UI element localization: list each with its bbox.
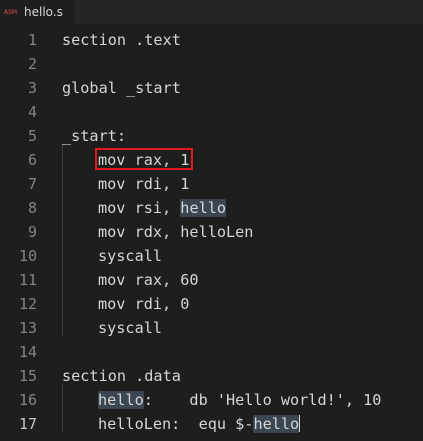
- line-code: syscall: [98, 319, 163, 337]
- code-text: helloLen: equ $-: [98, 415, 254, 433]
- line-number: 7: [27, 175, 37, 193]
- code-line: 10 syscall: [0, 244, 423, 268]
- code-line: 16 hello: db 'Hello world!', 10: [0, 388, 423, 412]
- line-number: 12: [18, 295, 37, 313]
- code-editor[interactable]: 1 section .text 2 3 global _start 4 5 _s…: [0, 24, 423, 441]
- word-highlight: hello: [180, 199, 227, 217]
- tab-label: hello.s: [24, 5, 63, 19]
- line-code: syscall: [98, 247, 163, 265]
- annotation-box: [95, 148, 193, 170]
- asm-file-icon: ASM: [4, 8, 18, 16]
- line-number: 4: [27, 103, 37, 121]
- code-line: 8 mov rsi, hello: [0, 196, 423, 220]
- line-number: 2: [27, 55, 37, 73]
- line-code: mov rax, 60: [98, 271, 199, 289]
- line-code: mov rdx, helloLen: [98, 223, 254, 241]
- word-highlight: hello: [98, 391, 144, 409]
- code-line-current: 17 helloLen: equ $-hello: [0, 412, 423, 436]
- code-line: 2: [0, 52, 423, 76]
- code-line: 7 mov rdi, 1: [0, 172, 423, 196]
- line-code: global _start: [62, 79, 181, 97]
- line-number: 10: [18, 247, 37, 265]
- word-highlight: hello: [253, 415, 300, 433]
- line-code: mov rsi, hello: [98, 196, 227, 220]
- line-code: section .data: [62, 367, 181, 385]
- line-number: 3: [27, 79, 37, 97]
- code-line: 6 mov rax, 1: [0, 148, 423, 172]
- line-code: hello: db 'Hello world!', 10: [98, 388, 381, 412]
- code-line: 3 global _start: [0, 76, 423, 100]
- line-number: 1: [27, 31, 37, 49]
- line-number: 16: [18, 391, 37, 409]
- code-text: mov rsi,: [98, 199, 181, 217]
- line-number: 9: [27, 223, 37, 241]
- line-number: 8: [27, 199, 37, 217]
- line-number: 5: [27, 127, 37, 145]
- line-code: section .text: [62, 31, 181, 49]
- code-line: 4: [0, 100, 423, 124]
- text-cursor: [299, 415, 301, 432]
- tab-hello-s[interactable]: ASM hello.s: [0, 0, 74, 24]
- line-number: 15: [18, 367, 37, 385]
- tab-bar: ASM hello.s: [0, 0, 423, 25]
- line-code: mov rdi, 1: [98, 175, 190, 193]
- line-code: helloLen: equ $-hello: [98, 412, 301, 436]
- line-number: 11: [18, 271, 37, 289]
- code-line: 14: [0, 340, 423, 364]
- line-number: 6: [27, 151, 37, 169]
- code-line: 12 mov rdi, 0: [0, 292, 423, 316]
- code-line: 5 _start:: [0, 124, 423, 148]
- line-code: mov rdi, 0: [98, 295, 190, 313]
- code-text: : db 'Hello world!', 10: [143, 391, 382, 409]
- line-number: 13: [18, 319, 37, 337]
- code-line: 11 mov rax, 60: [0, 268, 423, 292]
- line-number: 14: [18, 343, 37, 361]
- code-line: 13 syscall: [0, 316, 423, 340]
- line-number: 17: [18, 415, 37, 433]
- code-line: 1 section .text: [0, 28, 423, 52]
- line-code: _start:: [62, 127, 127, 145]
- code-line: 9 mov rdx, helloLen: [0, 220, 423, 244]
- code-line: 15 section .data: [0, 364, 423, 388]
